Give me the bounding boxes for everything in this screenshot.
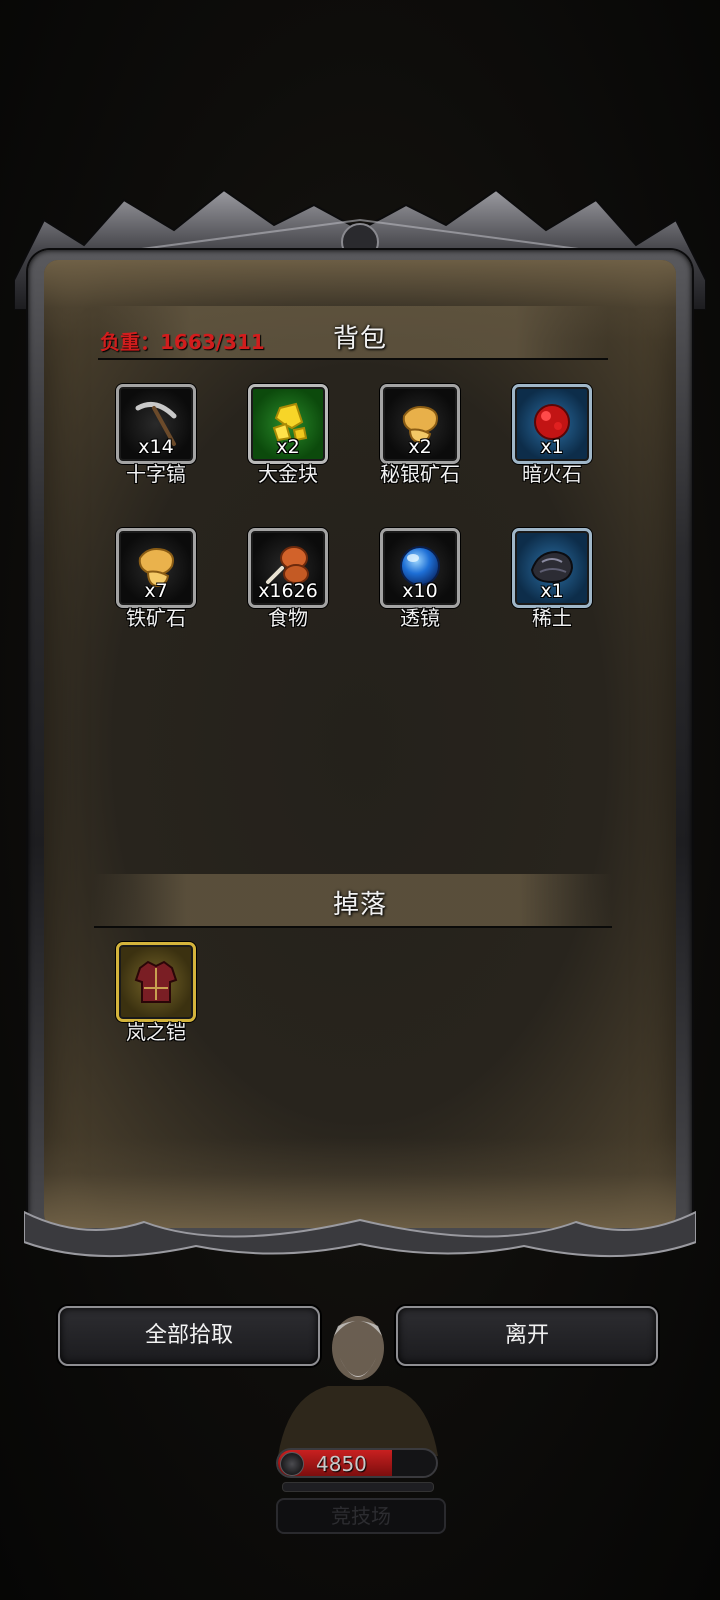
player-hp-value: 4850 [316, 1452, 367, 1476]
item-count: x1 [540, 436, 564, 458]
item-count: x7 [144, 580, 168, 602]
item-count: x2 [276, 436, 300, 458]
item-count: x14 [138, 436, 174, 458]
frame-bottom-ornament [24, 1210, 696, 1258]
inventory-slot[interactable]: x2 秘银矿石 [380, 384, 460, 486]
item-name: 大金块 [258, 462, 318, 486]
inventory-header-divider [98, 358, 608, 360]
inventory-slot[interactable]: x2 大金块 [248, 384, 328, 486]
loot-panel [14, 190, 706, 1268]
inventory-slot[interactable]: x1626 食物 [248, 528, 328, 630]
inventory-slot[interactable]: x14 十字镐 [116, 384, 196, 486]
item-count: x2 [408, 436, 432, 458]
inventory-slot[interactable]: x1 暗火石 [512, 384, 592, 486]
inventory-slot[interactable]: x1 稀土 [512, 528, 592, 630]
inventory-slot[interactable]: x7 铁矿石 [116, 528, 196, 630]
item-name: 稀土 [532, 606, 572, 630]
loot-title: 掉落 [332, 890, 387, 920]
weight-value: 1663/311 [160, 330, 265, 354]
player-secondary-bar [282, 1482, 434, 1492]
armor-chestplate-icon [134, 960, 178, 1003]
item-name: 秘银矿石 [380, 462, 460, 486]
loot-slot[interactable]: 岚之铠 [116, 942, 196, 1044]
item-name: 透镜 [400, 606, 440, 630]
player-name-plate[interactable]: 竞技场 [276, 1498, 446, 1534]
loot-header-divider [94, 926, 612, 928]
leave-button[interactable]: 离开 [396, 1306, 658, 1366]
item-name: 岚之铠 [126, 1020, 186, 1044]
inventory-slot[interactable]: x10 透镜 [380, 528, 460, 630]
pick-all-button[interactable]: 全部拾取 [58, 1306, 320, 1366]
inventory-title: 背包 [332, 324, 387, 354]
weight-label: 负重： [100, 330, 160, 354]
item-count: x1626 [258, 580, 318, 602]
item-name: 暗火石 [522, 462, 582, 486]
item-name: 食物 [268, 606, 308, 630]
weight-indicator: 负重：1663/311 [100, 326, 265, 355]
hp-orb-icon [280, 1452, 304, 1476]
item-name: 十字镐 [126, 462, 186, 486]
item-count: x1 [540, 580, 564, 602]
item-count: x10 [402, 580, 438, 602]
item-name: 铁矿石 [126, 606, 186, 630]
